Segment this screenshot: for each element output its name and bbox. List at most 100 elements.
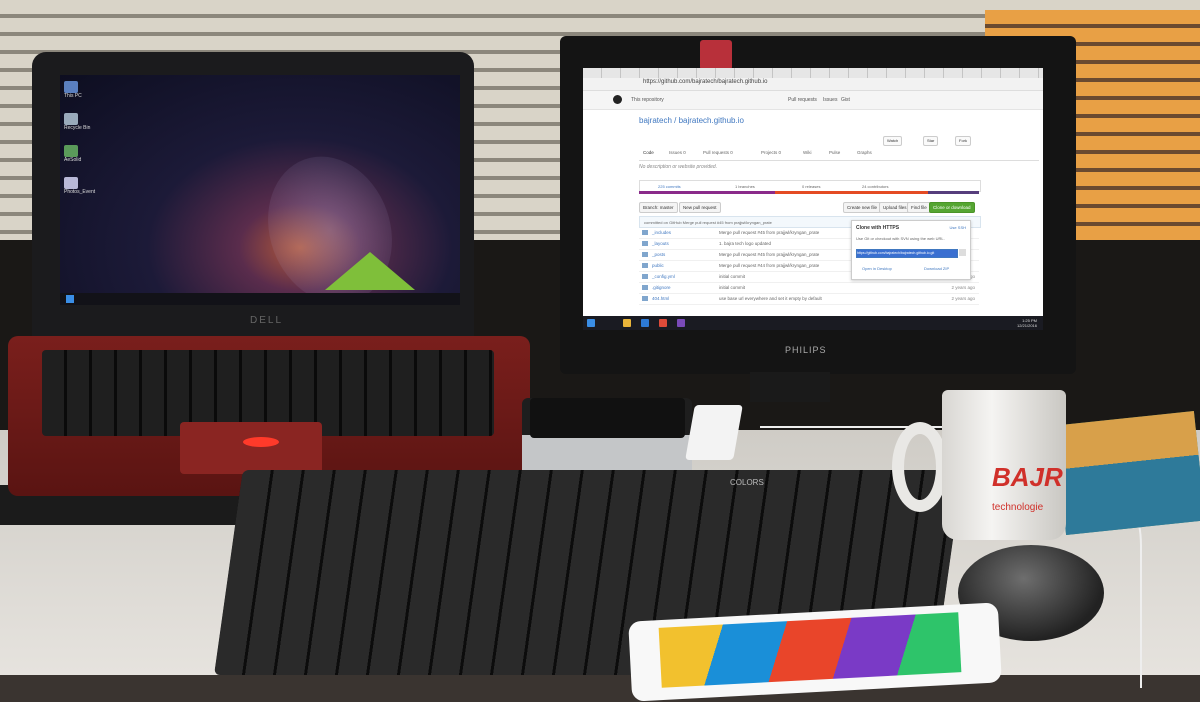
webcam-icon [700,40,732,70]
folder-icon [642,296,648,301]
desktop-icon-this-pc[interactable]: This PC [64,81,82,99]
clone-popover: Clone with HTTPS Use SSH Use Git or chec… [851,220,971,280]
folder-icon [642,274,648,279]
file-name[interactable]: _config.yml [652,274,675,279]
edge-icon[interactable] [641,319,649,327]
laptop-taskbar [60,293,460,305]
usb-hub [685,405,743,460]
open-desktop-button[interactable]: Open in Desktop [862,266,892,271]
upload-files-button[interactable]: Upload files [879,202,911,213]
file-name[interactable]: public [652,263,664,268]
explorer-icon[interactable] [623,319,631,327]
search-scope[interactable]: This repository [631,97,664,103]
commit-message[interactable]: committed on GitHub Merge pull request #… [644,220,772,225]
file-name[interactable]: _posts [652,252,665,257]
laptop-brand-logo: DELL [250,315,284,326]
folder-icon [642,263,648,268]
tab-code[interactable]: Code [643,150,654,155]
folder-icon [642,285,648,290]
file-commit-message[interactable]: 1. bajra tech logo updated [719,241,771,246]
star-button[interactable]: Star [923,136,939,146]
tab-graphs[interactable]: Graphs [857,150,872,155]
tab-pulse[interactable]: Pulse [829,150,840,155]
repo-nav-tabs: Code Issues 0 Pull requests 0 Projects 0… [639,150,1039,161]
browser-tab-strip[interactable] [583,68,1043,78]
github-octocat-icon[interactable] [613,95,622,104]
file-row[interactable]: .gitignore initial commit 2 years ago [639,283,979,294]
releases-count[interactable]: 0 releases [802,184,820,189]
tab-pull-requests[interactable]: Pull requests 0 [703,150,733,155]
book-stack [1054,410,1200,536]
branches-count[interactable]: 1 branches [735,184,755,189]
download-zip-button[interactable]: Download ZIP [924,266,949,271]
github-header: This repository Pull requests Issues Gis… [583,91,1043,110]
pc-icon [64,81,78,93]
windows-start-icon[interactable] [66,295,74,303]
taskbar-clock[interactable]: 1:25 PM 12/21/2016 [1017,318,1037,328]
file-commit-message[interactable]: use base url everywhere and set it empty… [719,296,822,301]
tab-projects[interactable]: Projects 0 [761,150,781,155]
file-name[interactable]: .gitignore [652,285,671,290]
windows-start-icon[interactable] [587,319,595,327]
file-commit-message[interactable]: initial commit [719,274,745,279]
app-icon [64,145,78,157]
monitor-stand [750,372,830,402]
url-text[interactable]: https://github.com/bajratech/bajratech.g… [643,79,767,85]
file-commit-message[interactable]: Merge pull request #44 from prajjwl/kryn… [719,263,819,268]
file-row[interactable]: 404.html use base url everywhere and set … [639,294,979,305]
nav-gist[interactable]: Gist [841,97,850,103]
chrome-icon[interactable] [659,319,667,327]
clone-title: Clone with HTTPS [856,225,900,231]
clock-date: 12/21/2016 [1016,323,1037,328]
glowing-tent [325,252,415,290]
repo-title[interactable]: bajratech / bajratech.github.io [639,116,744,125]
copy-icon[interactable] [959,249,966,256]
laptop-screen: This PC Recycle Bin AeSolid Photos_Event [60,75,460,321]
laptop-touchpad[interactable] [180,422,322,474]
monitor-taskbar: 1:25 PM 12/21/2016 [583,316,1043,330]
file-commit-message[interactable]: initial commit [719,285,745,290]
browser-address-bar[interactable]: https://github.com/bajratech/bajratech.g… [583,78,1043,91]
commits-count[interactable]: 225 commits [658,184,681,189]
mug-tagline: technologie [992,502,1044,513]
file-age: 2 years ago [951,285,975,290]
use-ssh-link[interactable]: Use SSH [950,225,966,230]
clone-url-field[interactable]: https://github.com/bajratech/bajratech.g… [856,249,958,258]
nav-issues[interactable]: Issues [823,97,837,103]
desktop-icon-label: Photos_Event [64,189,96,195]
keyboard-brand: COLORS [730,478,764,487]
tab-issues[interactable]: Issues 0 [669,150,686,155]
file-name[interactable]: _layouts [652,241,669,246]
recycle-bin-icon [64,113,78,125]
create-file-button[interactable]: Create new file [843,202,882,213]
desktop-icon-label: This PC [64,93,82,99]
mini-pc-top [530,398,685,438]
folder-icon [642,241,648,246]
desktop-icon-photos[interactable]: Photos_Event [64,177,95,195]
branch-select-button[interactable]: Branch: master [639,202,678,213]
desktop-icon-aesolid[interactable]: AeSolid [64,145,81,163]
fork-button[interactable]: Fork [955,136,971,146]
file-commit-message[interactable]: Merge pull request #45 from prajjwl/kryn… [719,252,819,257]
folder-icon [642,230,648,235]
repo-description: No description or website provided. [639,164,718,170]
nav-pull-requests[interactable]: Pull requests [788,97,817,103]
folder-icon [642,252,648,257]
desktop-icon-label: Recycle Bin [64,125,91,131]
desktop-icon-recycle-bin[interactable]: Recycle Bin [64,113,90,131]
mug-handle [892,422,948,512]
tab-wiki[interactable]: Wiki [803,150,812,155]
monitor-screen: https://github.com/bajratech/bajratech.g… [583,68,1043,330]
find-file-button[interactable]: Find file [907,202,931,213]
language-bar [639,191,979,194]
file-name[interactable]: _includes [652,230,671,235]
file-name[interactable]: 404.html [652,296,669,301]
file-age: 2 years ago [951,296,975,301]
contributors-count[interactable]: 24 contributors [862,184,888,189]
clone-download-button[interactable]: Clone or download [929,202,975,213]
new-pull-request-button[interactable]: New pull request [679,202,721,213]
watch-button[interactable]: Watch [883,136,903,146]
photos-icon [64,177,78,189]
file-commit-message[interactable]: Merge pull request #45 from prajjwl/kryn… [719,230,819,235]
visual-studio-icon[interactable] [677,319,685,327]
